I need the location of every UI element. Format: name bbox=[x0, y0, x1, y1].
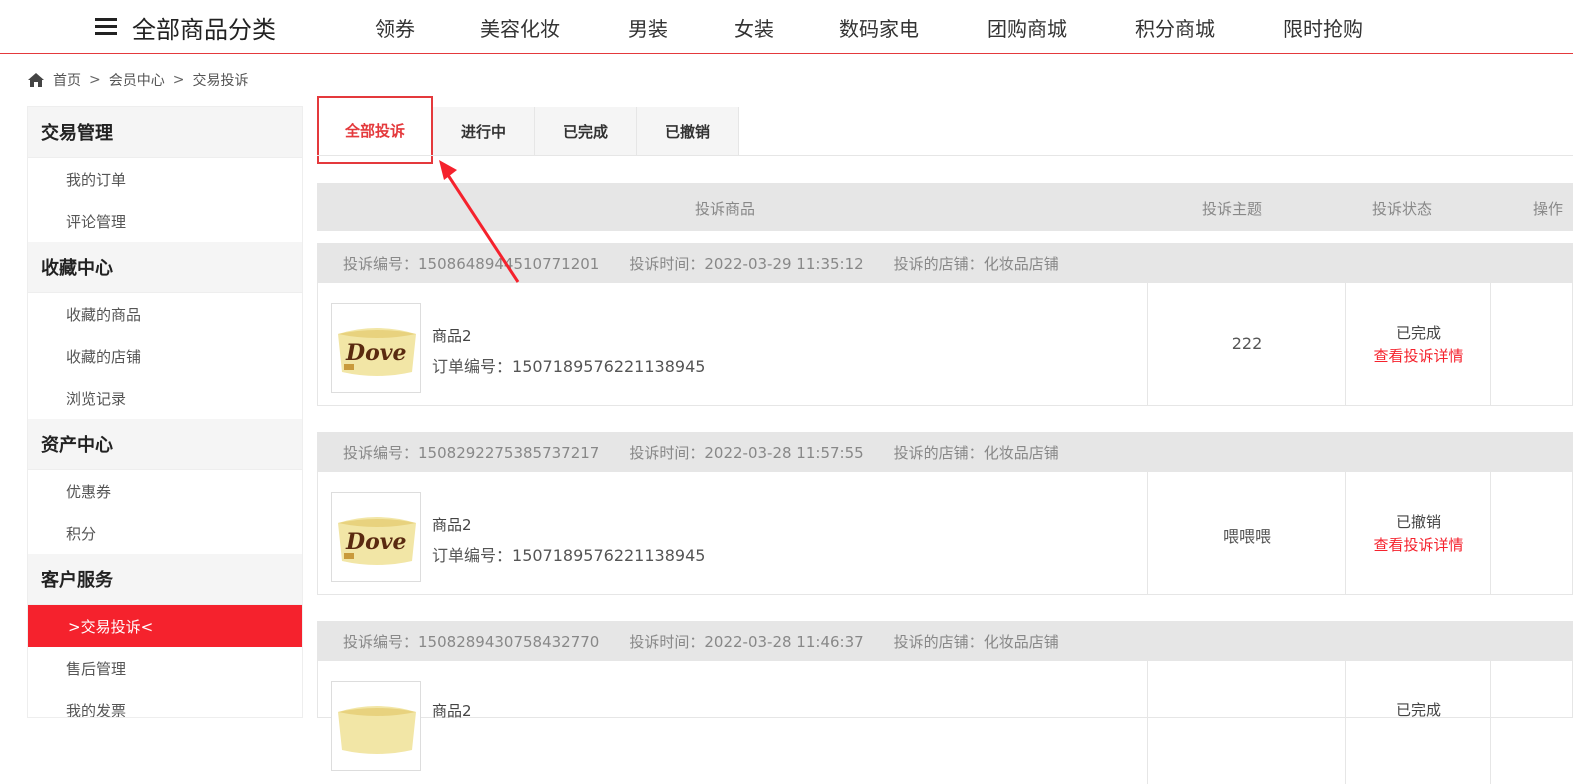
complaint-subject: 222 bbox=[1231, 334, 1263, 353]
sidebar-item-invoices[interactable]: 我的发票 bbox=[28, 689, 302, 718]
tab-in-progress[interactable]: 进行中 bbox=[433, 107, 535, 156]
header-product: 投诉商品 bbox=[695, 200, 756, 218]
complaint-number: 投诉编号：1508292275385737217 bbox=[343, 443, 600, 462]
order-number: 订单编号：1507189576221138945 bbox=[432, 357, 706, 376]
table-header: 投诉商品 投诉主题 投诉状态 操作 bbox=[317, 183, 1573, 231]
product-thumbnail[interactable]: Dove bbox=[331, 492, 421, 582]
complaint-meta-bar: 投诉编号：1508289430758432770 投诉时间：2022-03-28… bbox=[317, 621, 1573, 661]
sidebar-item-complaints[interactable]: >交易投诉< bbox=[28, 605, 302, 647]
sidebar-item-reviews[interactable]: 评论管理 bbox=[28, 200, 302, 242]
complaint-body: Dove 商品2 订单编号：1507189576221138945 喂喂喂 已撤… bbox=[317, 472, 1573, 595]
sidebar-item-coupons[interactable]: 优惠券 bbox=[28, 470, 302, 512]
arrow-head bbox=[439, 160, 457, 180]
view-complaint-detail-link[interactable]: 查看投诉详情 bbox=[1346, 345, 1491, 366]
complaint-shop: 投诉的店铺：化妆品店铺 bbox=[893, 443, 1059, 462]
complaint-subject: 喂喂喂 bbox=[1222, 527, 1271, 546]
complaint-body: Dove 商品2 订单编号：1507189576221138945 222 已完… bbox=[317, 283, 1573, 406]
breadcrumb-separator: > bbox=[172, 72, 185, 88]
cell-divider bbox=[1147, 661, 1148, 784]
sidebar-item-after-sales[interactable]: 售后管理 bbox=[28, 647, 302, 689]
header-action: 操作 bbox=[1533, 200, 1564, 218]
tab-divider bbox=[317, 155, 1573, 156]
cell-divider bbox=[1490, 661, 1491, 784]
complaint-status-cell: 已撤销 查看投诉详情 bbox=[1346, 511, 1491, 555]
complaint-record: 投诉编号：1508292275385737217 投诉时间：2022-03-28… bbox=[317, 432, 1573, 595]
sidebar-group-favorites: 收藏中心 bbox=[28, 242, 302, 293]
sidebar-item-my-orders[interactable]: 我的订单 bbox=[28, 158, 302, 200]
nav-item-group-buy[interactable]: 团购商城 bbox=[987, 13, 1067, 42]
nav-item-flash-sale[interactable]: 限时抢购 bbox=[1283, 13, 1363, 42]
header-subject: 投诉主题 bbox=[1202, 200, 1263, 218]
home-icon bbox=[28, 73, 44, 87]
complaint-body: 商品2 已完成 bbox=[317, 661, 1573, 784]
product-name[interactable]: 商品2 bbox=[432, 514, 472, 535]
complaint-status: 已完成 bbox=[1395, 324, 1441, 342]
top-navigation: 全部商品分类 领券 美容化妆 男装 女装 数码家电 团购商城 积分商城 限时抢购 bbox=[0, 0, 1573, 54]
breadcrumb-home-link[interactable]: 首页 bbox=[53, 70, 81, 90]
svg-text:Dove: Dove bbox=[345, 340, 407, 366]
nav-item-menswear[interactable]: 男装 bbox=[628, 13, 668, 42]
complaint-number: 投诉编号：1508289430758432770 bbox=[343, 632, 600, 651]
sidebar-item-fav-shops[interactable]: 收藏的店铺 bbox=[28, 335, 302, 377]
complaint-status: 已完成 bbox=[1395, 701, 1441, 719]
complaint-record: 投诉编号：1508289430758432770 投诉时间：2022-03-28… bbox=[317, 621, 1573, 784]
dove-product-image: Dove bbox=[332, 493, 420, 581]
complaint-status-cell: 已完成 查看投诉详情 bbox=[1346, 322, 1491, 366]
header-status: 投诉状态 bbox=[1372, 200, 1433, 218]
complaint-meta-bar: 投诉编号：1508292275385737217 投诉时间：2022-03-28… bbox=[317, 432, 1573, 472]
complaint-tabs: 全部投诉 进行中 已完成 已撤销 bbox=[317, 96, 739, 164]
complaint-status-cell: 已完成 bbox=[1346, 699, 1491, 720]
sidebar-item-history[interactable]: 浏览记录 bbox=[28, 377, 302, 419]
all-categories-button[interactable]: 全部商品分类 bbox=[95, 10, 276, 44]
sidebar-group-service: 客户服务 bbox=[28, 554, 302, 605]
complaint-meta-bar: 投诉编号：1508648944510771201 投诉时间：2022-03-29… bbox=[317, 243, 1573, 283]
breadcrumb-member-center-link[interactable]: 会员中心 bbox=[109, 70, 165, 90]
order-number: 订单编号：1507189576221138945 bbox=[432, 546, 706, 565]
tab-all-complaints[interactable]: 全部投诉 bbox=[317, 96, 433, 164]
nav-item-womenswear[interactable]: 女装 bbox=[734, 13, 774, 42]
breadcrumb: 首页 > 会员中心 > 交易投诉 bbox=[27, 70, 248, 90]
nav-item-coupons[interactable]: 领券 bbox=[375, 13, 415, 42]
dove-product-image: Dove bbox=[332, 304, 420, 392]
dove-product-image bbox=[332, 682, 420, 770]
sidebar-item-fav-products[interactable]: 收藏的商品 bbox=[28, 293, 302, 335]
product-thumbnail[interactable] bbox=[331, 681, 421, 771]
nav-item-digital[interactable]: 数码家电 bbox=[839, 13, 919, 42]
complaint-number: 投诉编号：1508648944510771201 bbox=[343, 254, 600, 273]
tab-completed[interactable]: 已完成 bbox=[535, 107, 637, 156]
all-categories-label: 全部商品分类 bbox=[132, 15, 276, 44]
product-name[interactable]: 商品2 bbox=[432, 325, 472, 346]
svg-text:Dove: Dove bbox=[345, 529, 407, 555]
view-complaint-detail-link[interactable]: 查看投诉详情 bbox=[1346, 534, 1491, 555]
sidebar-group-trade: 交易管理 bbox=[28, 107, 302, 158]
product-thumbnail[interactable]: Dove bbox=[331, 303, 421, 393]
menu-icon bbox=[95, 18, 117, 36]
nav-item-points-mall[interactable]: 积分商城 bbox=[1135, 13, 1215, 42]
tab-cancelled[interactable]: 已撤销 bbox=[637, 107, 739, 156]
breadcrumb-current: 交易投诉 bbox=[192, 73, 249, 89]
complaint-status: 已撤销 bbox=[1395, 513, 1441, 531]
sidebar-group-assets: 资产中心 bbox=[28, 419, 302, 470]
complaint-time: 投诉时间：2022-03-28 11:46:37 bbox=[629, 632, 864, 651]
complaint-record: 投诉编号：1508648944510771201 投诉时间：2022-03-29… bbox=[317, 243, 1573, 406]
complaint-shop: 投诉的店铺：化妆品店铺 bbox=[893, 632, 1059, 651]
complaint-shop: 投诉的店铺：化妆品店铺 bbox=[893, 254, 1059, 273]
nav-item-beauty[interactable]: 美容化妆 bbox=[480, 13, 560, 42]
cell-divider bbox=[1345, 661, 1346, 784]
sidebar-item-points[interactable]: 积分 bbox=[28, 512, 302, 554]
complaint-time: 投诉时间：2022-03-29 11:35:12 bbox=[629, 254, 864, 273]
complaint-time: 投诉时间：2022-03-28 11:57:55 bbox=[629, 443, 864, 462]
member-sidebar: 交易管理 我的订单 评论管理 收藏中心 收藏的商品 收藏的店铺 浏览记录 资产中… bbox=[27, 106, 303, 718]
breadcrumb-separator: > bbox=[89, 72, 101, 88]
